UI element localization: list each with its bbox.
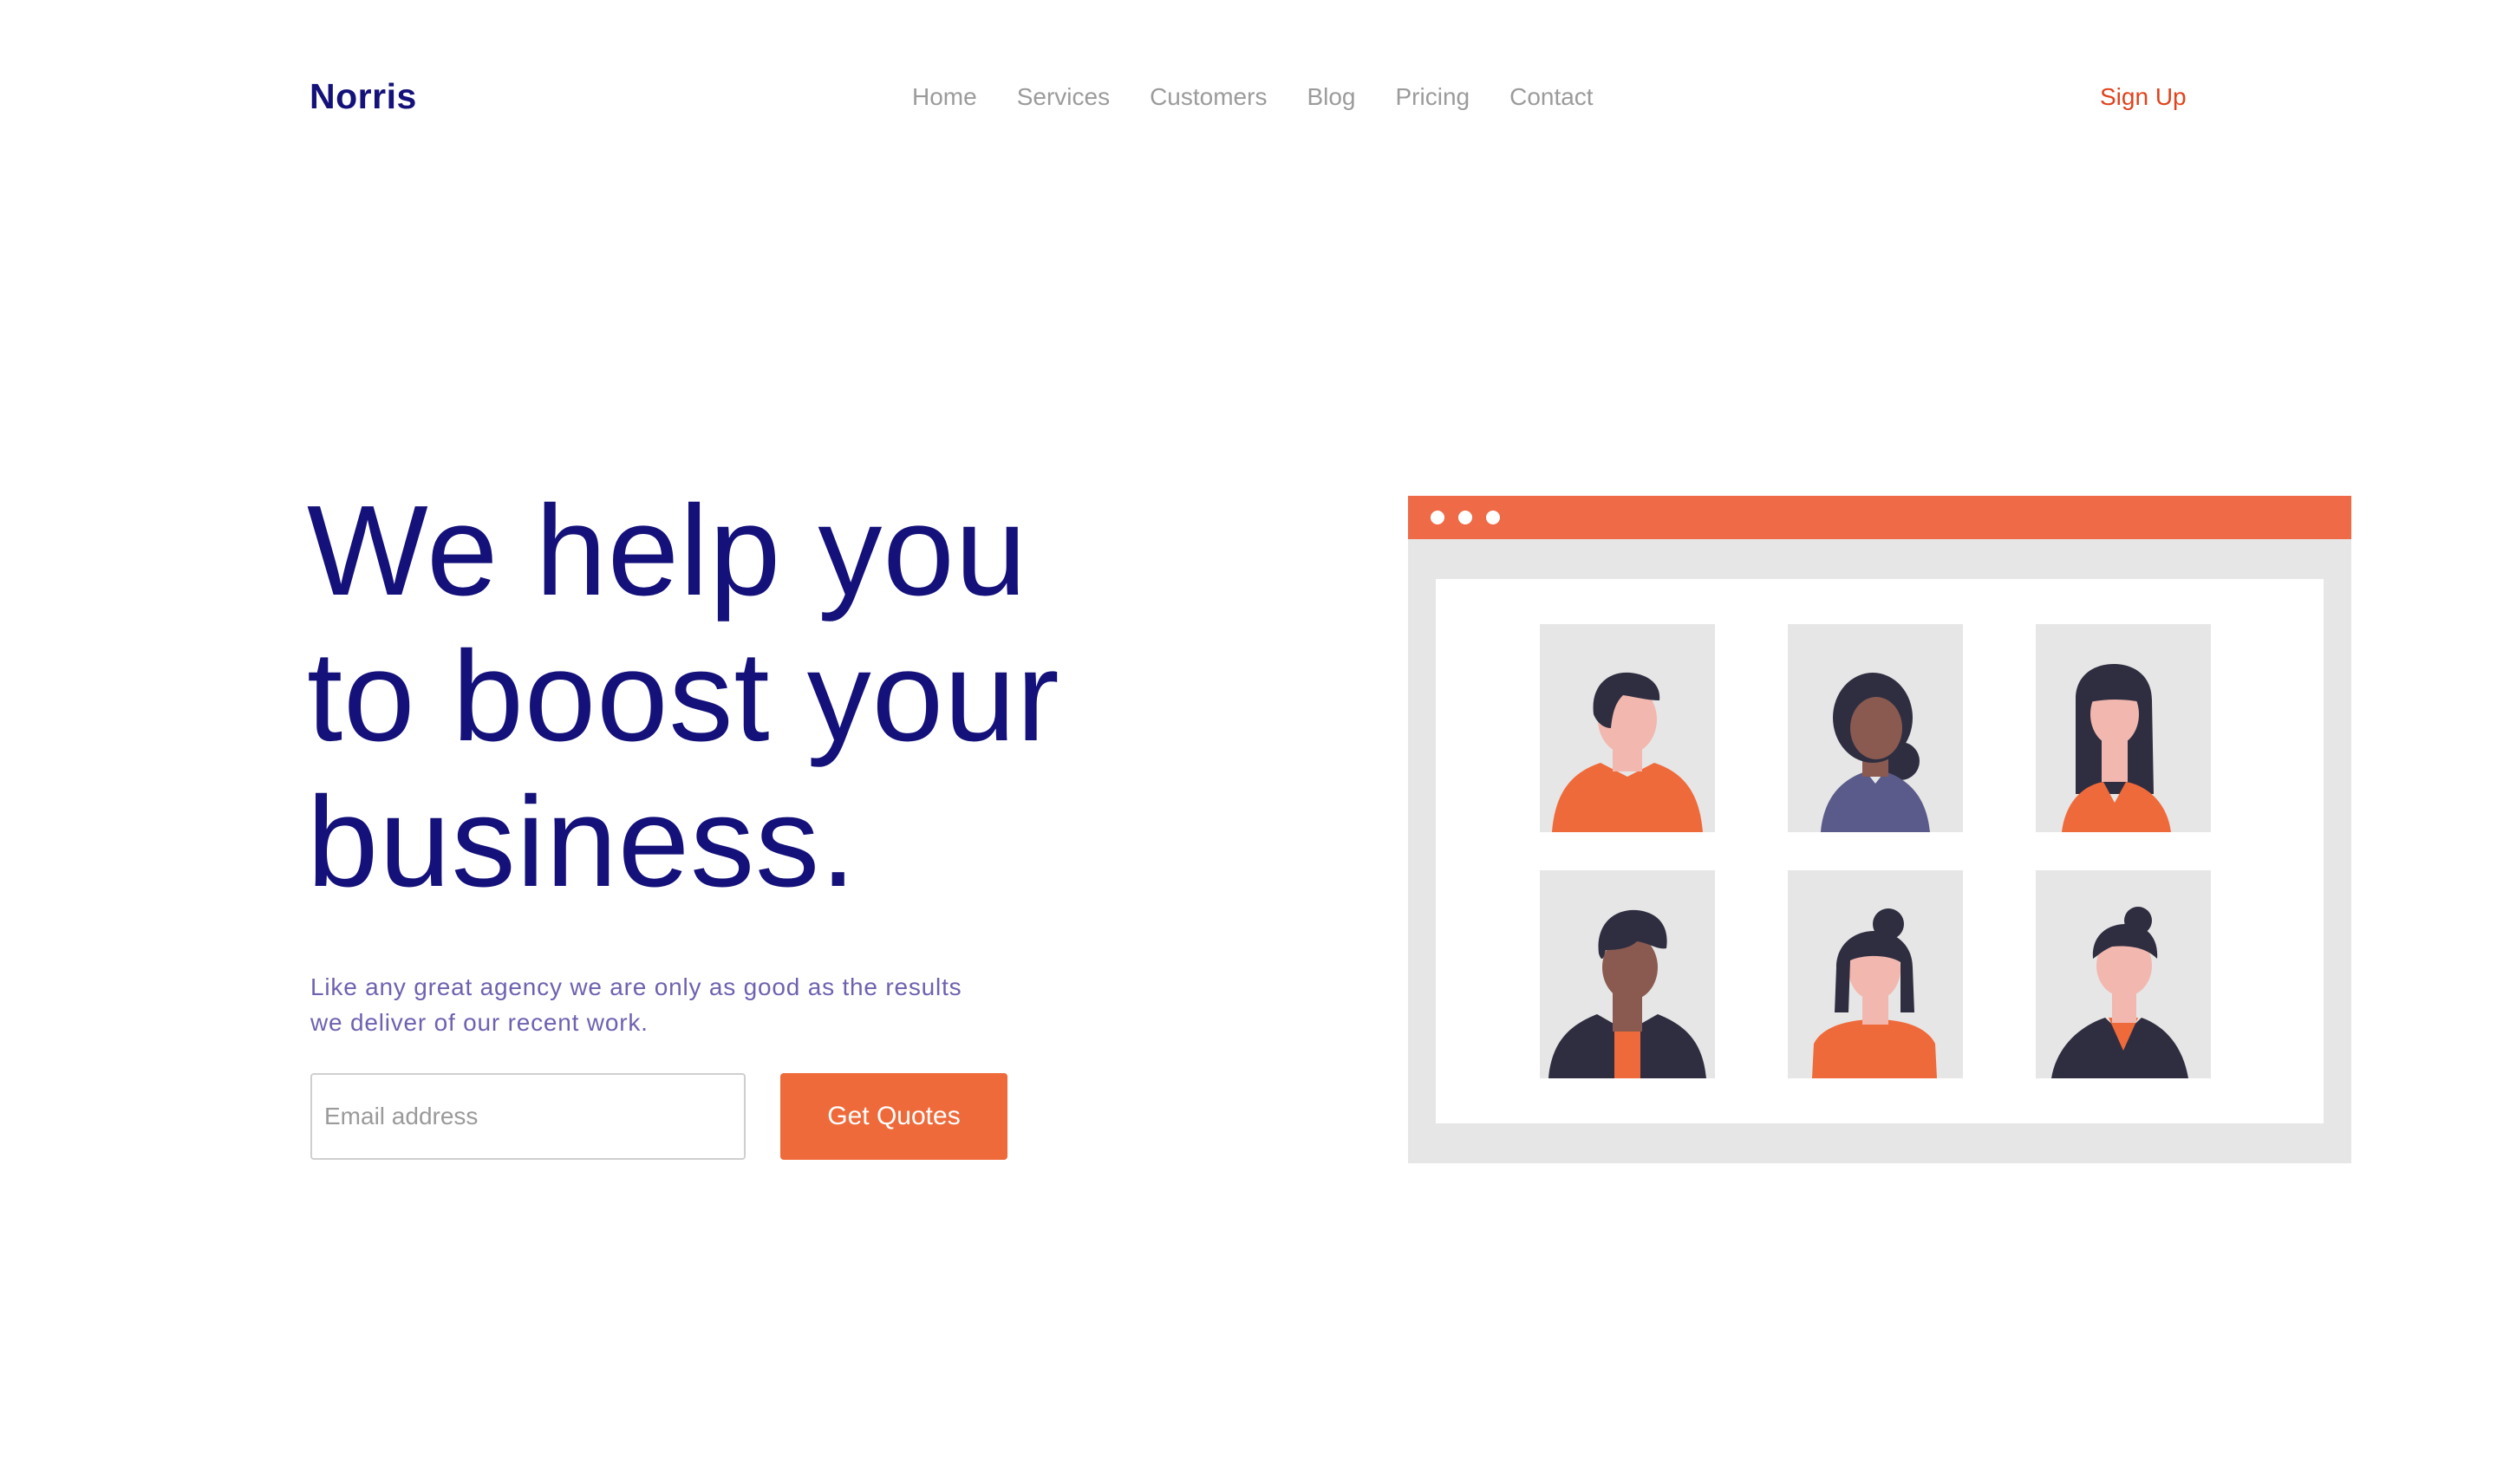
hero-headline-line: We help you <box>307 479 1027 622</box>
main-nav: Home Services Customers Blog Pricing Con… <box>912 83 1594 111</box>
hero-subtitle: Like any great agency we are only as goo… <box>310 969 1056 1040</box>
avatar-person-3 <box>2036 624 2211 832</box>
avatar-person-2 <box>1788 624 1963 832</box>
nav-item-services[interactable]: Services <box>1017 83 1110 111</box>
avatar-person-5 <box>1788 870 1963 1078</box>
avatar-person-1 <box>1540 624 1715 832</box>
browser-window-illustration <box>1408 496 2351 1163</box>
brand-logo[interactable]: Norris <box>310 76 417 117</box>
browser-title-bar <box>1408 496 2351 539</box>
landing-page: Norris Home Services Customers Blog Pric… <box>0 0 2497 1484</box>
nav-item-home[interactable]: Home <box>912 83 977 111</box>
hero-subtitle-line: Like any great agency we are only as goo… <box>310 973 962 1000</box>
nav-item-pricing[interactable]: Pricing <box>1396 83 1470 111</box>
window-dot-icon <box>1458 511 1472 524</box>
get-quotes-button[interactable]: Get Quotes <box>780 1073 1007 1160</box>
window-dot-icon <box>1431 511 1444 524</box>
avatar-grid <box>1436 579 2324 1123</box>
signup-link[interactable]: Sign Up <box>2100 83 2187 111</box>
avatar-person-6 <box>2036 870 2211 1078</box>
nav-item-blog[interactable]: Blog <box>1307 83 1355 111</box>
nav-item-customers[interactable]: Customers <box>1150 83 1267 111</box>
avatar-person-4 <box>1540 870 1715 1078</box>
hero-headline-line: to boost your <box>307 625 1060 768</box>
hero-headline-line: business. <box>307 771 857 914</box>
hero-subtitle-line: we deliver of our recent work. <box>310 1009 649 1036</box>
email-input[interactable] <box>310 1073 746 1160</box>
hero-headline: We help you to boost your business. <box>307 478 1261 915</box>
nav-item-contact[interactable]: Contact <box>1509 83 1594 111</box>
window-dot-icon <box>1486 511 1500 524</box>
